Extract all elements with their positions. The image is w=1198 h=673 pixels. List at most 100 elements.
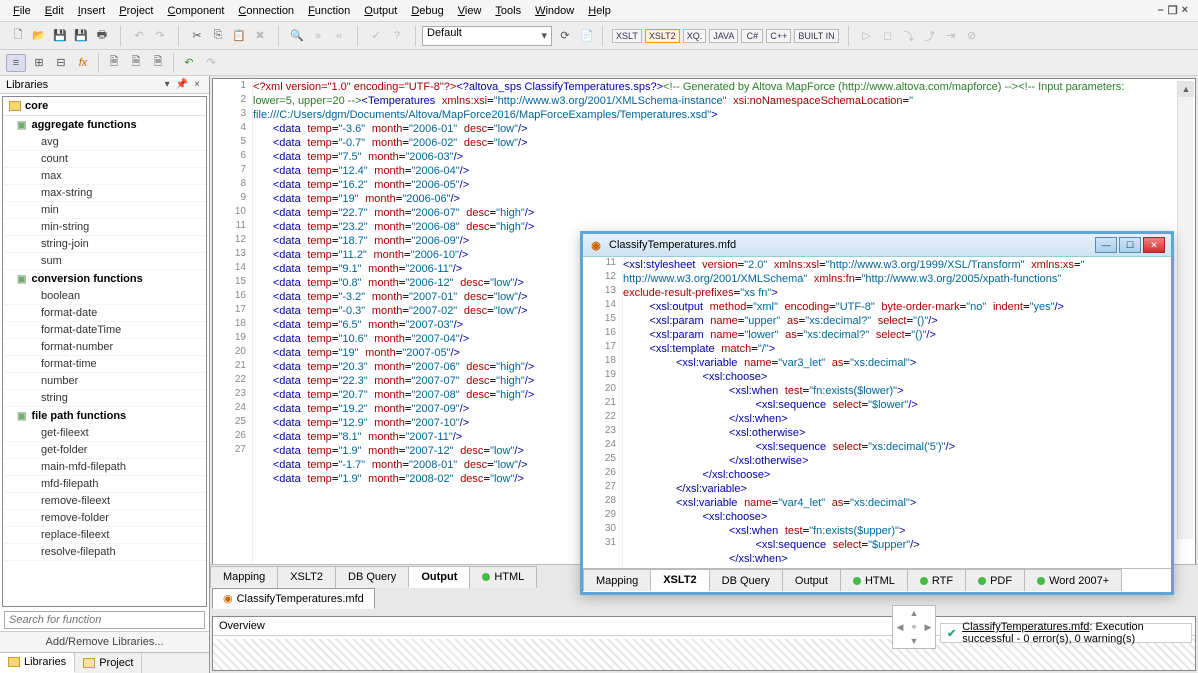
menu-debug[interactable]: Debug — [404, 3, 450, 19]
lang-c[interactable]: C# — [741, 29, 763, 43]
lang-c[interactable]: C++ — [766, 29, 791, 43]
menu-function[interactable]: Function — [301, 3, 357, 19]
lib-group-conversion-functions[interactable]: conversion functions — [3, 270, 206, 288]
lib-func-format-number[interactable]: format-number — [3, 339, 206, 356]
lib-func-format-dateTime[interactable]: format-dateTime — [3, 322, 206, 339]
project-tab[interactable]: Project — [75, 653, 142, 673]
paste-icon[interactable]: 📋 — [230, 27, 248, 45]
vertical-scrollbar[interactable]: ▲ — [1177, 81, 1193, 539]
lang-java[interactable]: JAVA — [709, 29, 738, 43]
redo-icon[interactable]: ↷ — [151, 27, 169, 45]
doc2-icon[interactable]: 🗎 — [127, 54, 145, 72]
insert2-icon[interactable]: ⊟ — [52, 54, 70, 72]
open-icon[interactable]: 📂 — [30, 27, 48, 45]
toolbar-combo[interactable]: Default — [422, 26, 552, 46]
undo-icon[interactable]: ↶ — [130, 27, 148, 45]
lang-xslt[interactable]: XSLT — [612, 29, 642, 43]
inner-tab-output[interactable]: Output — [782, 569, 841, 591]
menu-insert[interactable]: Insert — [71, 3, 113, 19]
lib-func-get-folder[interactable]: get-folder — [3, 442, 206, 459]
scroll-up-icon[interactable]: ▲ — [1178, 81, 1194, 97]
file-tab[interactable]: ◉ ClassifyTemperatures.mfd — [212, 588, 375, 609]
lib-func-remove-folder[interactable]: remove-folder — [3, 510, 206, 527]
menu-tools[interactable]: Tools — [488, 3, 528, 19]
inner-tab-xslt2[interactable]: XSLT2 — [650, 569, 709, 591]
lib-func-min-string[interactable]: min-string — [3, 219, 206, 236]
inner-minimize-button[interactable]: — — [1095, 237, 1117, 253]
find-prev-icon[interactable]: « — [330, 27, 348, 45]
inner-tab-mapping[interactable]: Mapping — [583, 569, 651, 591]
fx-icon[interactable]: fx — [74, 54, 92, 72]
inner-tab-word2007[interactable]: Word 2007+ — [1024, 569, 1122, 591]
lang-xslt2[interactable]: XSLT2 — [645, 29, 680, 43]
lib-func-string[interactable]: string — [3, 390, 206, 407]
xslt-code[interactable]: <xsl:stylesheet version="2.0" xmlns:xsl=… — [623, 257, 1171, 569]
redo2-icon[interactable]: ↷ — [202, 54, 220, 72]
lib-func-replace-fileext[interactable]: replace-fileext — [3, 527, 206, 544]
lib-func-max-string[interactable]: max-string — [3, 185, 206, 202]
window-minimize[interactable]: – — [1158, 4, 1164, 17]
lib-func-resolve-filepath[interactable]: resolve-filepath — [3, 544, 206, 561]
debug-break-icon[interactable]: ⊘ — [963, 27, 981, 45]
lib-group-file-path-functions[interactable]: file path functions — [3, 407, 206, 425]
lang-xq[interactable]: XQ. — [683, 29, 707, 43]
panel-close-icon[interactable]: × — [191, 79, 203, 90]
window-close[interactable]: × — [1182, 4, 1188, 17]
lib-func-sum[interactable]: sum — [3, 253, 206, 270]
debug-out-icon[interactable]: ⇥ — [942, 27, 960, 45]
run-icon[interactable]: ▷ — [858, 27, 876, 45]
find-next-icon[interactable]: » — [309, 27, 327, 45]
insert-icon[interactable]: ⊞ — [30, 54, 48, 72]
lib-func-max[interactable]: max — [3, 168, 206, 185]
stop-icon[interactable]: ◻ — [879, 27, 897, 45]
lib-func-main-mfd-filepath[interactable]: main-mfd-filepath — [3, 459, 206, 476]
inner-tab-pdf[interactable]: PDF — [965, 569, 1025, 591]
main-tab-output[interactable]: Output — [408, 566, 470, 588]
inner-tab-rtf[interactable]: RTF — [907, 569, 966, 591]
copy-icon[interactable]: ⎘ — [209, 27, 227, 45]
debug-over-icon[interactable]: ⤴ — [921, 27, 939, 45]
doc-icon[interactable]: 🗎 — [105, 54, 123, 72]
lib-func-avg[interactable]: avg — [3, 134, 206, 151]
inner-maximize-button[interactable]: ☐ — [1119, 237, 1141, 253]
lib-func-format-time[interactable]: format-time — [3, 356, 206, 373]
menu-edit[interactable]: Edit — [38, 3, 71, 19]
doc3-icon[interactable]: 🗎 — [149, 54, 167, 72]
status-file-link[interactable]: ClassifyTemperatures.mfd — [962, 621, 1089, 633]
delete-icon[interactable]: ✖ — [251, 27, 269, 45]
lib-func-string-join[interactable]: string-join — [3, 236, 206, 253]
saveall-icon[interactable]: 💾 — [72, 27, 90, 45]
pan-navigator[interactable]: ▲ ◀⌖▶ ▼ — [892, 605, 936, 649]
lib-func-boolean[interactable]: boolean — [3, 288, 206, 305]
validate-icon[interactable]: ✓ — [367, 27, 385, 45]
main-tab-html[interactable]: HTML — [469, 566, 537, 588]
save-icon[interactable]: 💾 — [51, 27, 69, 45]
copy-path-icon[interactable]: 📄 — [578, 27, 596, 45]
lib-group-aggregate-functions[interactable]: aggregate functions — [3, 116, 206, 134]
debug-step-icon[interactable]: ⤵ — [900, 27, 918, 45]
menu-component[interactable]: Component — [161, 3, 232, 19]
lib-func-format-date[interactable]: format-date — [3, 305, 206, 322]
cut-icon[interactable]: ✂ — [188, 27, 206, 45]
panel-menu-icon[interactable]: ▾ — [162, 79, 173, 90]
menu-project[interactable]: Project — [112, 3, 160, 19]
menu-window[interactable]: Window — [528, 3, 581, 19]
component-icon[interactable]: ≡ — [6, 54, 26, 72]
inner-close-button[interactable]: ✕ — [1143, 237, 1165, 253]
print-icon[interactable]: 🖶 — [93, 27, 111, 45]
inner-tab-dbquery[interactable]: DB Query — [709, 569, 783, 591]
add-remove-libraries-button[interactable]: Add/Remove Libraries... — [0, 631, 209, 652]
lib-func-remove-fileext[interactable]: remove-fileext — [3, 493, 206, 510]
lib-func-min[interactable]: min — [3, 202, 206, 219]
menu-file[interactable]: File — [6, 3, 38, 19]
main-tab-dbquery[interactable]: DB Query — [335, 566, 409, 588]
libraries-tab[interactable]: Libraries — [0, 653, 75, 673]
new-icon[interactable]: 🗋 — [9, 27, 27, 45]
menu-connection[interactable]: Connection — [231, 3, 301, 19]
menu-output[interactable]: Output — [357, 3, 404, 19]
lib-func-number[interactable]: number — [3, 373, 206, 390]
main-tab-mapping[interactable]: Mapping — [210, 566, 278, 588]
window-restore[interactable]: ❐ — [1168, 4, 1178, 17]
menu-view[interactable]: View — [451, 3, 489, 19]
inner-tab-html[interactable]: HTML — [840, 569, 908, 591]
